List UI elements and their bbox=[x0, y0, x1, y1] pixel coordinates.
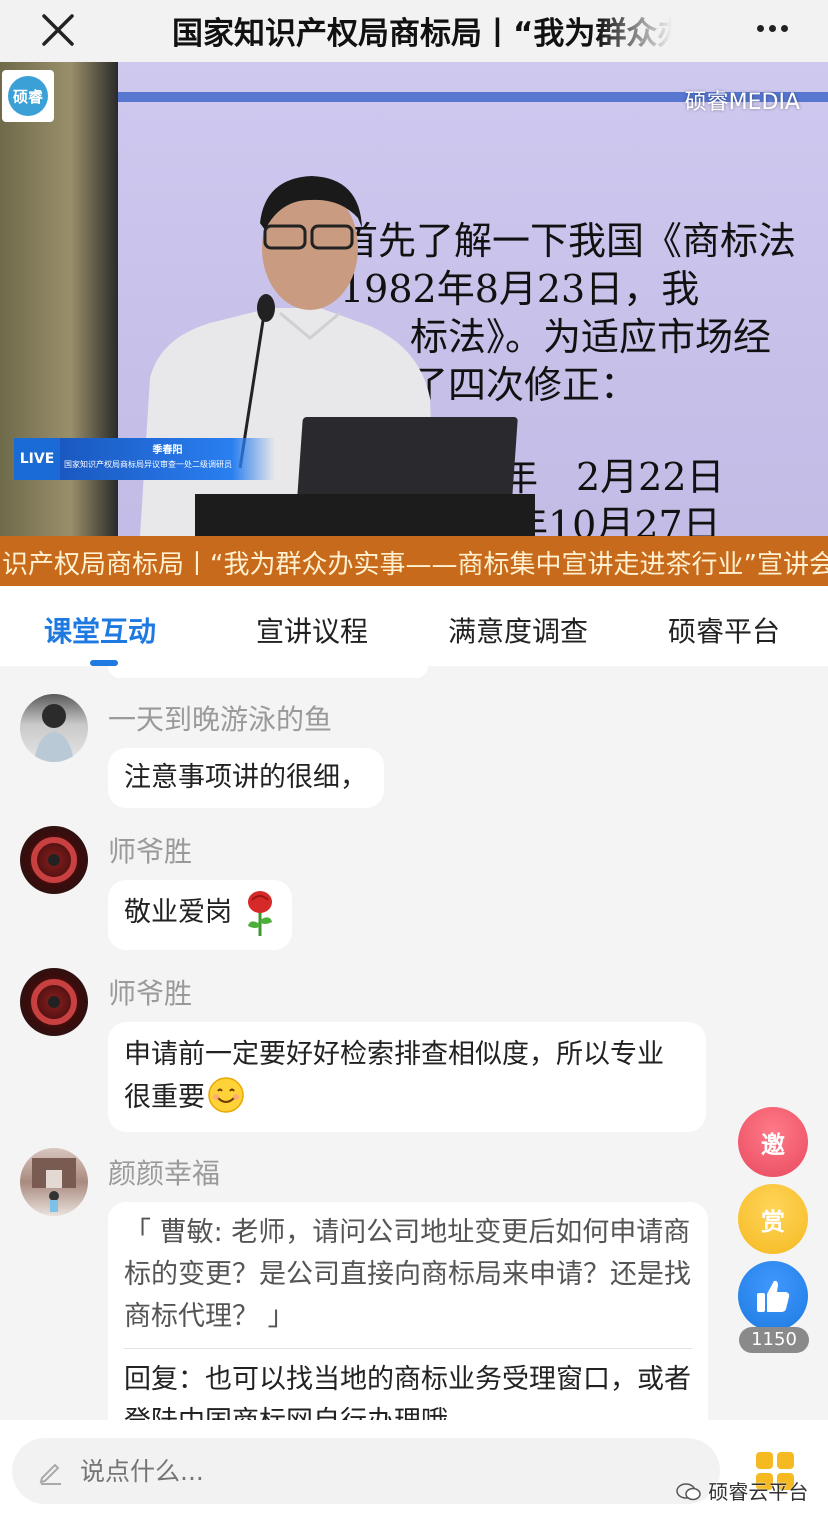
speaker-name: 季春阳 bbox=[152, 445, 183, 456]
slide-line: 年10月27日 bbox=[510, 503, 721, 536]
username: 颜颜幸福 bbox=[108, 1157, 221, 1190]
comment-input-container[interactable] bbox=[12, 1438, 720, 1504]
reply-divider bbox=[124, 1348, 692, 1349]
avatar[interactable] bbox=[20, 1148, 88, 1216]
live-lower-third: LIVE 季春阳 国家知识产权局商标局异议审查一处二级调研员 bbox=[14, 438, 275, 480]
like-button[interactable] bbox=[738, 1261, 808, 1331]
message-bubble: 申请前一定要好好检索排查相似度，所以专业很重要 bbox=[108, 1022, 706, 1132]
slide-line: 年 2月22日 bbox=[500, 455, 725, 499]
comment-input[interactable] bbox=[80, 1456, 640, 1486]
logo-text: 硕睿 bbox=[8, 76, 48, 116]
tab-agenda[interactable]: 宣讲议程 bbox=[256, 610, 368, 650]
reward-button[interactable]: 赏 bbox=[738, 1184, 808, 1254]
channel-logo: 硕睿 bbox=[2, 70, 54, 122]
live-video-player[interactable]: 首先了解一下我国《商标法 1982年8月23日，我 标法》。为适应市场经 了四次… bbox=[0, 62, 828, 536]
reply-bubble: 「 曹敏: 老师，请问公司地址变更后如何申请商标的变更？是公司直接向商标局来申请… bbox=[108, 1202, 708, 1420]
wechat-icon bbox=[676, 1483, 701, 1501]
reply-text: 回复：也可以找当地的商标业务受理窗口，或者登陆中国商标网自行办理哦 bbox=[124, 1364, 691, 1420]
tab-classroom-interaction[interactable]: 课堂互动 bbox=[44, 610, 156, 650]
username: 师爷胜 bbox=[108, 977, 193, 1010]
previous-message-bubble bbox=[108, 666, 428, 678]
username: 师爷胜 bbox=[108, 835, 193, 868]
tab-bar: 课堂互动 宣讲议程 满意度调查 硕睿平台 bbox=[0, 586, 828, 666]
speaker-title: 国家知识产权局商标局异议审查一处二级调研员 bbox=[64, 460, 232, 469]
message-text: 注意事项讲的很细， bbox=[124, 762, 367, 793]
thumbs-up-icon bbox=[757, 1280, 790, 1312]
username: 一天到晚游泳的鱼 bbox=[108, 703, 333, 736]
invite-label: 邀 bbox=[761, 1130, 785, 1159]
slide-line: 标法》。为适应市场经 bbox=[410, 315, 772, 359]
media-watermark: 硕睿MEDIA bbox=[684, 90, 800, 115]
page-title: 国家知识产权局商标局丨“我为群众办实事——商标集中宣讲走进茶行业”宣讲会 bbox=[172, 16, 672, 52]
tab-platform[interactable]: 硕睿平台 bbox=[668, 610, 780, 650]
tab-satisfaction-survey[interactable]: 满意度调查 bbox=[448, 610, 588, 650]
quoted-question: 「 曹敏: 老师，请问公司地址变更后如何申请商标的变更？是公司直接向商标局来申请… bbox=[124, 1217, 691, 1332]
composer-bar: 硕睿云平台 bbox=[0, 1420, 828, 1520]
more-options-icon[interactable] bbox=[752, 16, 792, 40]
message-text: 申请前一定要好好检索排查相似度，所以专业很重要 bbox=[124, 1039, 664, 1113]
like-count: 1150 bbox=[739, 1327, 809, 1353]
laptop bbox=[297, 417, 518, 499]
pencil-icon bbox=[39, 1463, 61, 1485]
account-watermark: 硕睿云平台 bbox=[676, 1476, 808, 1505]
avatar[interactable] bbox=[20, 968, 88, 1036]
smile-emoji-icon bbox=[208, 1077, 244, 1113]
reward-label: 赏 bbox=[761, 1207, 785, 1236]
avatar[interactable] bbox=[20, 694, 88, 762]
account-name: 硕睿云平台 bbox=[708, 1480, 809, 1504]
rose-emoji-icon bbox=[248, 891, 272, 936]
message-text: 敬业爱岗 bbox=[124, 897, 232, 928]
chat-list[interactable]: 一天到晚游泳的鱼 注意事项讲的很细， 师爷胜 敬业爱岗 师爷胜 申请前一定要好好… bbox=[0, 666, 828, 1420]
avatar[interactable] bbox=[20, 826, 88, 894]
invite-button[interactable]: 邀 bbox=[738, 1107, 808, 1177]
podium bbox=[195, 494, 535, 536]
top-bar: 国家知识产权局商标局丨“我为群众办实事——商标集中宣讲走进茶行业”宣讲会 bbox=[0, 0, 828, 62]
close-icon[interactable] bbox=[38, 10, 78, 50]
message-bubble: 注意事项讲的很细， bbox=[108, 748, 384, 808]
scrolling-banner: 识产权局商标局丨“我为群众办实事——商标集中宣讲走进茶行业”宣讲会 bbox=[0, 536, 828, 586]
slide-line: 了四次修正： bbox=[410, 363, 639, 407]
message-bubble: 敬业爱岗 bbox=[108, 880, 292, 950]
live-badge: LIVE bbox=[14, 438, 60, 480]
banner-text: 识产权局商标局丨“我为群众办实事——商标集中宣讲走进茶行业”宣讲会 bbox=[2, 550, 828, 580]
